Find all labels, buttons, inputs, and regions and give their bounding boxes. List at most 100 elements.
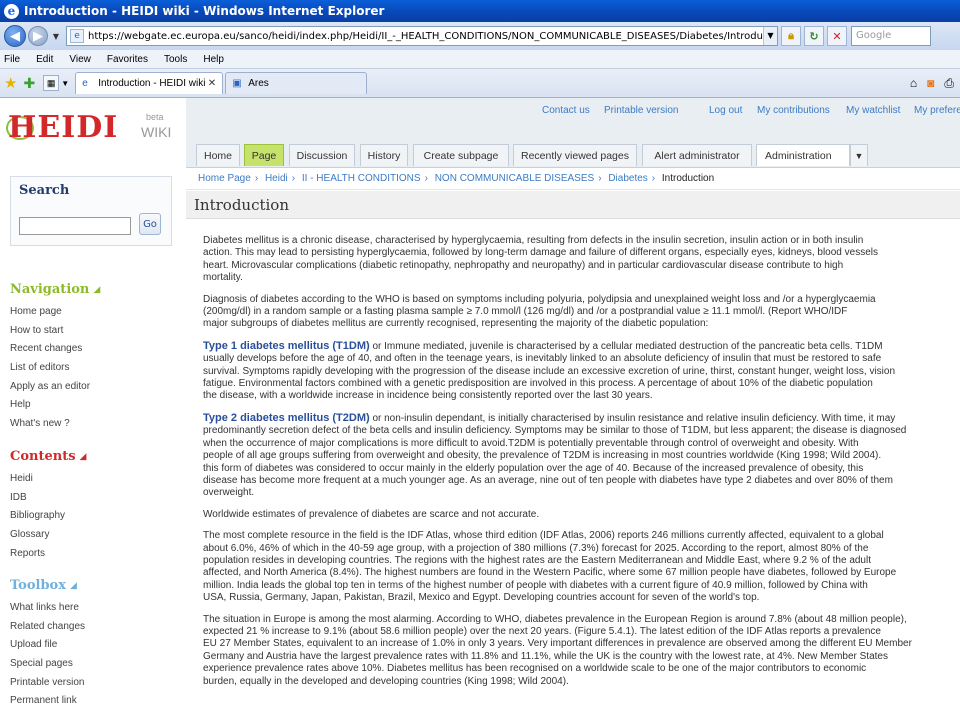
browser-search-input[interactable]: Google — [851, 26, 931, 46]
link-contact-us[interactable]: Contact us — [542, 105, 590, 116]
sidebar-item-glossary[interactable]: Glossary — [10, 526, 180, 545]
paragraph-line: action. This may lead to persisting hype… — [203, 247, 878, 259]
paragraph-line: when the occurrence of major complicatio… — [203, 437, 859, 449]
back-button[interactable]: ◀ — [4, 25, 26, 47]
sidebar-item-help[interactable]: Help — [10, 396, 180, 415]
sidebar-item-what-links-here[interactable]: What links here — [10, 599, 180, 618]
paragraph-line: Type 2 diabetes mellitus (T2DM) or non-i… — [203, 412, 960, 425]
menu-help[interactable]: Help — [203, 54, 224, 65]
tab-alert-administrator[interactable]: Alert administrator — [642, 144, 752, 166]
menu-tools[interactable]: Tools — [164, 54, 187, 65]
sidebar-item-bibliography[interactable]: Bibliography — [10, 507, 180, 526]
paragraph-line: Germany and Austria have the largest pre… — [203, 650, 888, 662]
home-icon[interactable]: ⌂ — [910, 76, 917, 90]
menu-favorites[interactable]: Favorites — [107, 54, 148, 65]
sidebar-item-printable-version[interactable]: Printable version — [10, 674, 180, 693]
search-input[interactable] — [19, 217, 131, 235]
menu-file[interactable]: File — [4, 54, 20, 65]
lock-icon[interactable]: 🔒︎ — [781, 26, 801, 46]
paragraph-line: burden, equally in the developed and dev… — [203, 675, 569, 687]
search-go-button[interactable]: Go — [139, 213, 161, 235]
menu-bar: File Edit View Favorites Tools Help — [0, 50, 960, 69]
tab-page[interactable]: Page — [244, 144, 284, 166]
favorites-star-icon[interactable]: ★ — [4, 74, 17, 92]
sidebar-item-related-changes[interactable]: Related changes — [10, 618, 180, 637]
sidebar-item-upload-file[interactable]: Upload file — [10, 636, 180, 655]
paragraph-line: million. India leads the global top ten … — [203, 579, 868, 591]
collapse-triangle-icon[interactable]: ◢ — [93, 285, 100, 295]
tab-administration[interactable]: Administration — [756, 144, 850, 166]
navigation-heading[interactable]: Navigation ◢ — [10, 282, 180, 297]
paragraph-line: population resides in developing countri… — [203, 554, 871, 566]
sidebar-item-list-of-editors[interactable]: List of editors — [10, 359, 180, 378]
collapse-triangle-icon[interactable]: ◢ — [70, 581, 77, 591]
forward-button[interactable]: ▶ — [28, 26, 48, 46]
stop-icon[interactable]: ✕ — [827, 26, 847, 46]
administration-dropdown-icon[interactable]: ▼ — [850, 144, 868, 166]
paragraph-line: survival. Symptoms rapidly developing wi… — [203, 365, 896, 377]
sidebar-item-heidi[interactable]: Heidi — [10, 470, 180, 489]
tab-home[interactable]: Home — [196, 144, 240, 166]
paragraph-line: overweight. — [203, 487, 255, 499]
address-bar[interactable]: e https://webgate.ec.europa.eu/sanco/hei… — [66, 26, 778, 46]
sidebar-item-idb[interactable]: IDB — [10, 489, 180, 508]
paragraph-line: predominantly secretion defect of the be… — [203, 425, 907, 437]
link-my-preferences[interactable]: My preferences — [914, 105, 960, 116]
breadcrumb-diabetes[interactable]: Diabetes — [608, 173, 647, 184]
quick-tabs-icon[interactable]: ▦ — [43, 75, 60, 91]
refresh-icon[interactable]: ↻ — [804, 26, 824, 46]
breadcrumb-health-conditions[interactable]: II - HEALTH CONDITIONS — [302, 173, 421, 184]
collapse-triangle-icon[interactable]: ◢ — [80, 452, 87, 462]
paragraph-line: EU 27 Member States, equivalent to an in… — [203, 638, 912, 650]
paragraph-text: or non-insulin dependant, is initially c… — [369, 412, 896, 424]
link-my-contributions[interactable]: My contributions — [757, 105, 830, 116]
link-my-watchlist[interactable]: My watchlist — [846, 105, 900, 116]
paragraph-line: affected, and North America (8.4%). The … — [203, 567, 897, 579]
search-panel: Search Go — [10, 176, 172, 246]
address-dropdown-icon[interactable]: ▼ — [763, 27, 777, 45]
article-paragraph: The most complete resource in the field … — [203, 530, 960, 604]
page-title: Introduction — [186, 191, 960, 219]
sidebar-item-how-to-start[interactable]: How to start — [10, 322, 180, 341]
sidebar-item-special-pages[interactable]: Special pages — [10, 655, 180, 674]
close-tab-icon[interactable]: ✕ — [208, 78, 216, 89]
contents-heading[interactable]: Contents ◢ — [10, 449, 180, 464]
tab-create-subpage[interactable]: Create subpage — [413, 144, 509, 166]
link-log-out[interactable]: Log out — [709, 105, 742, 116]
menu-view[interactable]: View — [69, 54, 91, 65]
browser-tab-introduction[interactable]: e Introduction - HEIDI wiki ✕ — [75, 72, 224, 94]
sidebar-item-home-page[interactable]: Home page — [10, 303, 180, 322]
menu-edit[interactable]: Edit — [36, 54, 53, 65]
heidi-wiki-logo[interactable]: HEIDI beta WIKI — [6, 108, 184, 148]
sidebar-item-reports[interactable]: Reports — [10, 545, 180, 564]
browser-tab-bar: ★ ✚ ▦ ▼ e Introduction - HEIDI wiki ✕ ▣ … — [0, 69, 960, 98]
paragraph-line: usually develops before the age of 40, a… — [203, 353, 882, 365]
link-printable-version[interactable]: Printable version — [604, 105, 678, 116]
window-title: Introduction - HEIDI wiki - Windows Inte… — [24, 4, 385, 18]
sidebar-item-permanent-link[interactable]: Permanent link — [10, 692, 180, 711]
breadcrumb-heidi[interactable]: Heidi — [265, 173, 288, 184]
tab-history[interactable]: History — [360, 144, 408, 166]
breadcrumb-non-communicable[interactable]: NON COMMUNICABLE DISEASES — [435, 173, 594, 184]
breadcrumb-home-page[interactable]: Home Page — [198, 173, 251, 184]
tab-recently-viewed-pages[interactable]: Recently viewed pages — [513, 144, 637, 166]
paragraph-line: people of all age groups suffering from … — [203, 450, 882, 462]
sidebar-item-apply-as-editor[interactable]: Apply as an editor — [10, 378, 180, 397]
tab-discussion[interactable]: Discussion — [289, 144, 355, 166]
print-icon[interactable]: ⎙ — [944, 76, 954, 91]
url-text[interactable]: https://webgate.ec.europa.eu/sanco/heidi… — [88, 31, 763, 42]
add-favorite-icon[interactable]: ✚ — [23, 75, 35, 92]
browser-tab-ares[interactable]: ▣ Ares — [225, 72, 368, 94]
toolbox-heading[interactable]: Toolbox ◢ — [10, 578, 180, 593]
paragraph-line: experience prevalence rates above 10%. D… — [203, 663, 867, 675]
tab-favicon-icon: ▣ — [232, 77, 242, 89]
history-dropdown-icon[interactable]: ▼ — [50, 32, 62, 41]
rss-feed-icon[interactable]: ◙ — [927, 76, 934, 90]
wiki-tabs: Home Page Discussion History Create subp… — [186, 128, 960, 168]
search-title: Search — [19, 183, 70, 198]
sidebar-item-whats-new[interactable]: What's new ? — [10, 415, 180, 434]
sidebar-item-recent-changes[interactable]: Recent changes — [10, 340, 180, 359]
tab-list-dropdown-icon[interactable]: ▼ — [61, 79, 71, 88]
paragraph-line: disease has become more frequent at a mu… — [203, 474, 893, 486]
user-links-bar: Contact us Printable version Log out My … — [186, 98, 960, 128]
